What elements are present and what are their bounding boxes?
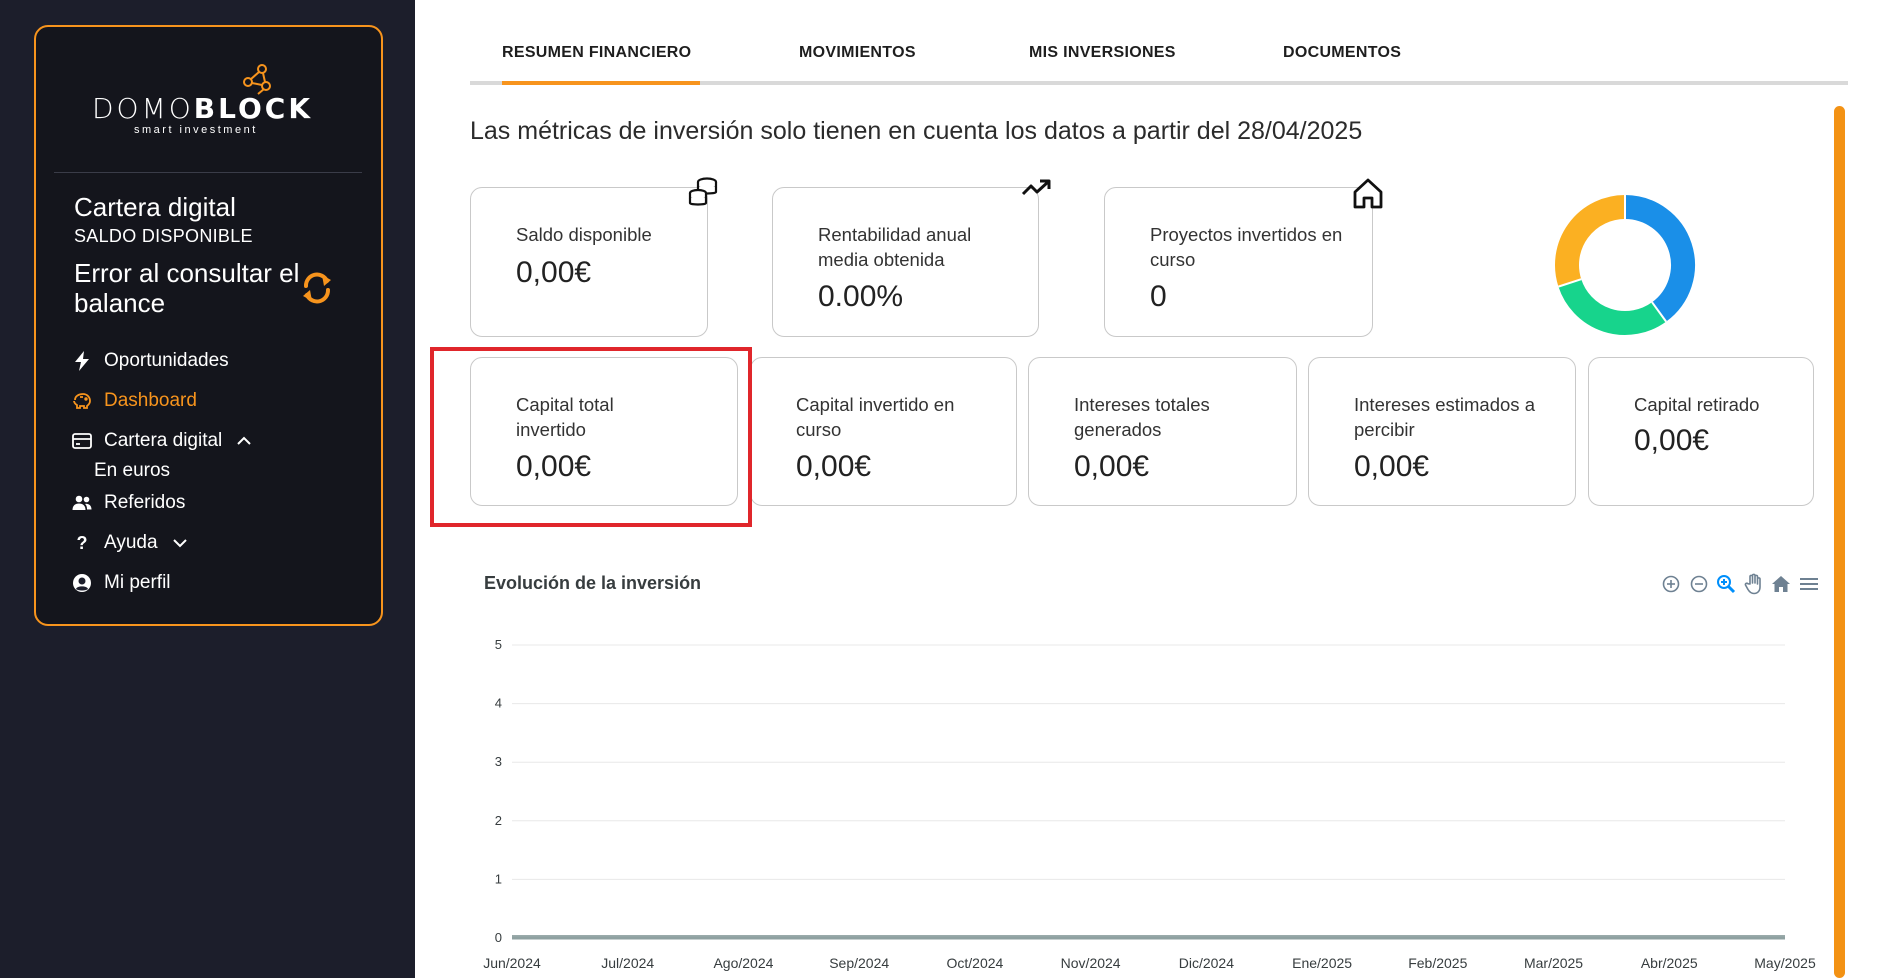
tab-financial-summary[interactable]: RESUMEN FINANCIERO — [502, 44, 691, 62]
metric-card-estimated-interest: Intereses estimados a percibir 0,00€ — [1308, 357, 1576, 506]
active-tab-indicator — [502, 81, 700, 85]
domoblock-logo[interactable]: DOMOBLOCK smart investment — [58, 60, 338, 140]
x-tick-label: Jun/2024 — [483, 955, 541, 971]
sidebar-item-opportunities[interactable]: Oportunidades — [72, 347, 229, 375]
metric-value: 0,00€ — [1354, 450, 1430, 483]
metric-label: Saldo disponible — [516, 224, 652, 245]
logo-tagline: smart investment — [134, 124, 258, 136]
sidebar-item-dashboard[interactable]: Dashboard — [72, 387, 197, 415]
y-tick-label: 4 — [495, 696, 502, 711]
tab-bar: RESUMEN FINANCIERO MOVIMIENTOS MIS INVER… — [470, 0, 1850, 86]
tab-documents[interactable]: DOCUMENTOS — [1283, 44, 1401, 62]
x-tick-label: Oct/2024 — [946, 955, 1003, 971]
piggy-bank-icon — [72, 391, 92, 411]
x-tick-label: Ago/2024 — [713, 955, 773, 971]
wallet-title: Cartera digital — [74, 192, 236, 222]
metric-value: 0 — [1150, 280, 1167, 313]
sidebar-item-profile[interactable]: Mi perfil — [72, 569, 171, 597]
metric-card-annual-return: Rentabilidad anual media obtenida 0.00% — [772, 187, 1039, 337]
y-tick-label: 2 — [495, 813, 502, 828]
metric-card-invested-projects: Proyectos invertidos en curso 0 — [1104, 187, 1373, 337]
metric-value: 0,00€ — [1634, 424, 1710, 457]
metrics-notice: Las métricas de inversión solo tienen en… — [470, 117, 1363, 145]
tab-movements[interactable]: MOVIMIENTOS — [799, 44, 916, 62]
metric-label: Proyectos invertidos en curso — [1150, 224, 1343, 270]
x-tick-label: Sep/2024 — [829, 955, 889, 971]
bolt-icon — [72, 351, 92, 371]
sidebar-item-label: Mi perfil — [104, 572, 171, 593]
menu-icon[interactable] — [1798, 572, 1821, 596]
tab-my-investments[interactable]: MIS INVERSIONES — [1029, 44, 1176, 62]
portfolio-donut-chart — [1555, 195, 1695, 335]
coins-stack-icon — [688, 177, 718, 206]
y-tick-label: 1 — [495, 871, 502, 886]
metric-value: 0,00€ — [1074, 450, 1150, 483]
refresh-icon[interactable] — [300, 270, 334, 306]
y-tick-label: 5 — [495, 637, 502, 652]
x-tick-label: Mar/2025 — [1524, 955, 1583, 971]
sidebar-item-wallet[interactable]: Cartera digital — [72, 427, 252, 455]
metric-label: Intereses estimados a percibir — [1354, 394, 1535, 440]
x-tick-label: Abr/2025 — [1641, 955, 1698, 971]
wallet-subtitle: SALDO DISPONIBLE — [74, 226, 253, 246]
sidebar-item-label: Dashboard — [104, 390, 197, 411]
balance-error-message: Error al consultar el balance — [74, 258, 300, 318]
sidebar-divider — [54, 172, 362, 173]
user-circle-icon — [72, 573, 92, 593]
chevron-down-icon[interactable] — [172, 538, 188, 548]
investment-evolution-chart: 0 1 2 3 4 5 Jun/2024 Jul/2024 Ago/2024 Sep/2024 Oc… — [483, 637, 1816, 971]
question-icon: ? — [76, 532, 88, 553]
metric-value: 0,00€ — [796, 450, 872, 483]
reset-home-icon[interactable] — [1770, 572, 1793, 596]
home-icon — [1353, 178, 1383, 209]
metric-value: 0,00€ — [516, 256, 592, 289]
metric-label: Capital invertido en curso — [796, 394, 955, 440]
highlight-box — [430, 347, 752, 527]
donut-segment-0 — [1624, 195, 1695, 322]
metric-label: Capital retirado — [1634, 394, 1760, 415]
page-scrollbar[interactable] — [1834, 106, 1845, 978]
sidebar-item-referrals[interactable]: Referidos — [72, 489, 185, 517]
chevron-up-icon[interactable] — [236, 436, 252, 446]
x-tick-label: Feb/2025 — [1408, 955, 1467, 971]
trending-up-icon — [1021, 179, 1051, 196]
metric-label: Intereses totales generados — [1074, 394, 1210, 440]
metric-card-capital-in-progress: Capital invertido en curso 0,00€ — [750, 357, 1017, 506]
chart-title: Evolución de la inversión — [484, 573, 702, 593]
metric-card-available-balance: Saldo disponible 0,00€ — [470, 187, 708, 337]
metric-value: 0.00% — [818, 280, 904, 313]
sidebar-item-label: Oportunidades — [104, 350, 229, 371]
x-tick-label: Ene/2025 — [1292, 955, 1352, 971]
credit-card-icon — [72, 431, 92, 451]
x-tick-label: Dic/2024 — [1179, 955, 1234, 971]
sidebar-subitem-euros[interactable]: En euros — [94, 460, 170, 482]
sidebar-item-help[interactable]: ? Ayuda — [72, 529, 188, 557]
zoom-selection-icon[interactable] — [1715, 572, 1738, 596]
chart-toolbar — [1660, 572, 1820, 596]
logo-wordmark: DOMOBLOCK — [92, 92, 314, 125]
x-tick-label: Jul/2024 — [601, 955, 654, 971]
pan-hand-icon[interactable] — [1743, 572, 1766, 596]
donut-segment-1 — [1558, 278, 1667, 335]
users-icon — [72, 493, 92, 513]
donut-segment-2 — [1555, 195, 1626, 287]
metric-card-total-interest: Intereses totales generados 0,00€ — [1028, 357, 1297, 506]
x-tick-label: May/2025 — [1754, 955, 1816, 971]
y-tick-label: 0 — [495, 930, 502, 945]
metric-card-capital-withdrawn: Capital retirado 0,00€ — [1588, 357, 1814, 506]
sidebar-item-label: Ayuda — [104, 532, 158, 553]
metric-label: Rentabilidad anual media obtenida — [818, 224, 972, 270]
sidebar-item-label: Referidos — [104, 492, 186, 513]
y-tick-label: 3 — [495, 754, 502, 769]
zoom-in-icon[interactable] — [1660, 572, 1683, 596]
x-tick-label: Nov/2024 — [1061, 955, 1121, 971]
sidebar-item-label: Cartera digital — [104, 430, 223, 451]
zoom-out-icon[interactable] — [1688, 572, 1711, 596]
